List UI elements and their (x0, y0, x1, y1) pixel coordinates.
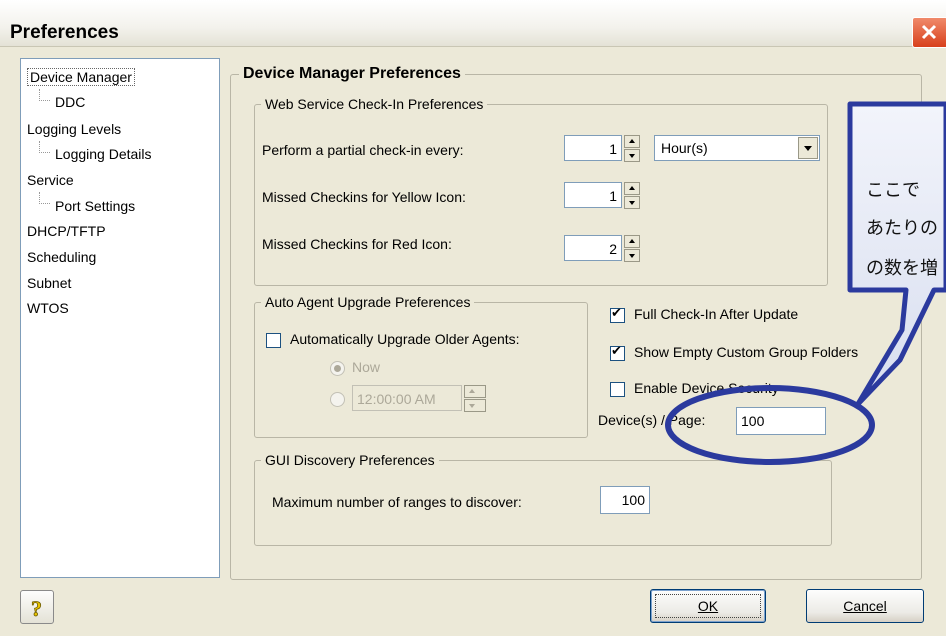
tree-connector (39, 192, 50, 204)
spin-up-icon[interactable] (464, 385, 486, 398)
svg-text:?: ? (31, 596, 42, 620)
close-button[interactable] (912, 17, 946, 48)
group-title: Device Manager Preferences (239, 65, 465, 83)
window-title: Preferences (10, 22, 119, 43)
yellow-icon-label: Missed Checkins for Yellow Icon: (262, 189, 466, 205)
preferences-tree[interactable]: Device Manager DDC Logging Levels Loggin… (20, 58, 220, 578)
chevron-down-icon[interactable] (798, 137, 818, 159)
max-ranges-label: Maximum number of ranges to discover: (272, 494, 522, 510)
full-checkin-label: Full Check-In After Update (634, 306, 799, 322)
tree-item-ddc[interactable]: DDC (55, 94, 85, 110)
full-checkin-checkbox[interactable] (610, 306, 625, 323)
now-radio[interactable] (330, 361, 345, 376)
partial-checkin-unit-select[interactable]: Hour(s) (654, 135, 820, 161)
ok-button[interactable]: OK (650, 589, 766, 623)
devices-per-page-label: Device(s) / Page: (598, 412, 706, 428)
tree-item-device-manager[interactable]: Device Manager (27, 68, 135, 86)
red-icon-stepper[interactable]: 2 (564, 235, 640, 263)
spin-up-icon[interactable] (624, 235, 640, 248)
tree-item-subnet[interactable]: Subnet (27, 275, 71, 291)
device-security-checkbox[interactable] (610, 382, 625, 397)
group-title: GUI Discovery Preferences (261, 452, 439, 468)
tree-connector (39, 89, 50, 101)
callout-line: の数を増 (866, 258, 938, 279)
yellow-icon-stepper[interactable]: 1 (564, 182, 640, 210)
partial-checkin-stepper[interactable]: 1 (564, 135, 640, 163)
upgrade-time-stepper[interactable]: 12:00:00 AM (352, 385, 498, 413)
group-title: Web Service Check-In Preferences (261, 96, 488, 112)
close-icon (921, 24, 937, 40)
partial-checkin-label: Perform a partial check-in every: (262, 142, 464, 158)
tree-item-logging-levels[interactable]: Logging Levels (27, 121, 121, 137)
spin-up-icon[interactable] (624, 182, 640, 195)
yellow-icon-value[interactable]: 1 (564, 182, 622, 208)
tree-item-port-settings[interactable]: Port Settings (55, 198, 135, 214)
spin-down-icon[interactable] (624, 149, 640, 162)
max-ranges-input[interactable]: 100 (600, 486, 650, 514)
time-radio[interactable] (330, 392, 345, 407)
auto-upgrade-checkbox[interactable] (266, 333, 281, 348)
upgrade-time-value[interactable]: 12:00:00 AM (352, 385, 462, 411)
title-bar: Preferences (0, 0, 946, 48)
cancel-button[interactable]: Cancel (806, 589, 924, 623)
red-icon-value[interactable]: 2 (564, 235, 622, 261)
preferences-dialog: Preferences Device Manager DDC Logging L… (0, 0, 946, 636)
spin-buttons[interactable] (624, 235, 640, 263)
now-label: Now (352, 359, 381, 375)
focus-ring (655, 594, 761, 618)
partial-checkin-value[interactable]: 1 (564, 135, 622, 161)
tree-connector (39, 141, 50, 153)
spin-buttons[interactable] (464, 385, 486, 413)
empty-folders-label: Show Empty Custom Group Folders (634, 344, 859, 360)
tree-item-service[interactable]: Service (27, 172, 74, 188)
tree-item-scheduling[interactable]: Scheduling (27, 249, 96, 265)
empty-folders-checkbox[interactable] (610, 344, 625, 361)
tree-item-wtos[interactable]: WTOS (27, 300, 69, 316)
spin-down-icon[interactable] (624, 196, 640, 209)
spin-buttons[interactable] (624, 182, 640, 210)
auto-upgrade-group: Auto Agent Upgrade Preferences (254, 294, 588, 438)
spin-down-icon[interactable] (464, 399, 486, 412)
help-button[interactable]: ? (20, 590, 54, 624)
red-icon-label: Missed Checkins for Red Icon: (262, 236, 452, 252)
question-mark-icon: ? (31, 596, 43, 620)
tree-item-dhcp-tftp[interactable]: DHCP/TFTP (27, 223, 106, 239)
spin-down-icon[interactable] (624, 249, 640, 262)
callout-line: ここで (866, 180, 920, 201)
devices-per-page-input[interactable]: 100 (736, 407, 826, 435)
group-title: Auto Agent Upgrade Preferences (261, 294, 475, 310)
auto-upgrade-label: Automatically Upgrade Older Agents: (290, 331, 520, 347)
spin-up-icon[interactable] (624, 135, 640, 148)
spin-buttons[interactable] (624, 135, 640, 163)
select-value: Hour(s) (661, 140, 708, 156)
device-security-label: Enable Device Security (634, 380, 779, 396)
tree-item-logging-details[interactable]: Logging Details (55, 146, 152, 162)
callout-line: あたりの (866, 218, 938, 239)
